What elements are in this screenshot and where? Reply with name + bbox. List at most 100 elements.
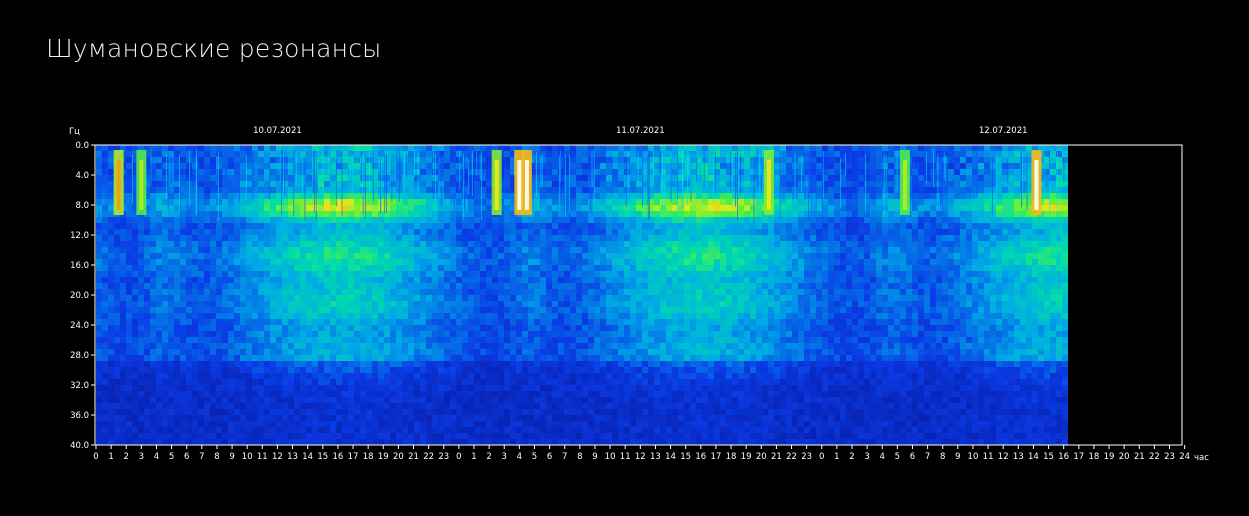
spectrogram-cell <box>150 217 157 224</box>
spectrogram-cell <box>144 361 151 368</box>
spectrogram-cell <box>270 175 277 182</box>
spectrogram-cell <box>270 277 277 284</box>
spectrogram-cell <box>168 409 175 416</box>
spectrogram-cell <box>354 403 361 410</box>
spectrogram-cell <box>336 217 343 224</box>
spectrogram-cell <box>234 313 241 320</box>
spectrogram-cell <box>516 427 523 434</box>
spectrogram-cell <box>294 277 301 284</box>
spectrogram-cell <box>246 151 253 158</box>
spectrogram-cell <box>504 229 511 236</box>
spectrogram-cell <box>552 313 559 320</box>
spectrogram-cell <box>690 223 697 230</box>
spectrogram-cell <box>198 151 205 158</box>
spectrogram-cell <box>102 313 109 320</box>
spectrogram-cell <box>576 151 583 158</box>
spectrogram-cell <box>168 289 175 296</box>
spectrogram-cell <box>300 289 307 296</box>
spectrogram-cell <box>168 343 175 350</box>
spectrogram-cell <box>540 373 547 380</box>
spectrogram-cell <box>354 187 361 194</box>
spectrogram-cell <box>570 427 577 434</box>
spectrogram-cell <box>354 211 361 218</box>
spectrogram-cell <box>222 415 229 422</box>
spectrogram-cell <box>342 247 349 254</box>
spectrogram-cell <box>444 181 451 188</box>
spectrogram-cell <box>528 319 535 326</box>
spectrogram-cell <box>396 253 403 260</box>
spectrogram-cell <box>234 409 241 416</box>
spectrogram-cell <box>192 199 199 206</box>
spectrogram-cell <box>414 355 421 362</box>
spectrogram-cell <box>228 391 235 398</box>
spectrogram-cell <box>486 409 493 416</box>
spectrogram-cell <box>414 337 421 344</box>
spectrogram-cell <box>126 283 133 290</box>
spectrogram-cell <box>450 157 457 164</box>
spectrogram-cell <box>174 307 181 314</box>
spectrogram-cell <box>204 229 211 236</box>
spectrogram-cell <box>474 217 481 224</box>
spectrogram-cell <box>588 313 595 320</box>
spectrogram-cell <box>210 397 217 404</box>
spectrogram-cell <box>162 373 169 380</box>
spectrogram-cell <box>510 427 517 434</box>
spectrogram-cell <box>534 217 541 224</box>
spectrogram-cell <box>318 253 325 260</box>
spectrogram-cell <box>528 415 535 422</box>
spectrogram-cell <box>102 343 109 350</box>
spectrogram-cell <box>294 283 301 290</box>
spectrogram-cell <box>528 397 535 404</box>
spectrogram-cell <box>594 433 601 440</box>
spectrogram-cell <box>684 409 691 416</box>
spectrogram-cell <box>258 361 265 368</box>
spectrogram-cell <box>660 265 667 272</box>
spectrogram-cell <box>564 337 571 344</box>
spectrogram-cell <box>600 211 607 218</box>
spectrogram-cell <box>108 409 115 416</box>
spectrogram-cell <box>552 295 559 302</box>
spectrogram-cell <box>528 277 535 284</box>
spectrogram-cell <box>120 415 127 422</box>
spectrogram-cell <box>630 175 637 182</box>
spectrogram-cell <box>480 385 487 392</box>
spectrogram-cell <box>606 241 613 248</box>
spectrogram-cell <box>558 409 565 416</box>
spectrogram-cell <box>390 295 397 302</box>
spectrogram-cell <box>414 181 421 188</box>
spectrogram-cell <box>324 283 331 290</box>
spectrogram-cell <box>408 433 415 440</box>
spectrogram-cell <box>648 313 655 320</box>
spectrogram-cell <box>162 151 169 158</box>
spectrogram-cell <box>420 403 427 410</box>
spectrogram-cell <box>228 331 235 338</box>
spectrogram-cell <box>462 373 469 380</box>
spectrogram-cell <box>330 301 337 308</box>
spectrogram-cell <box>546 331 553 338</box>
spectrogram-cell <box>576 205 583 212</box>
spectrogram-cell <box>132 259 139 266</box>
spectrogram-cell <box>240 229 247 236</box>
spectrogram-cell <box>174 373 181 380</box>
spectrogram-cell <box>630 391 637 398</box>
spectrogram-cell <box>378 253 385 260</box>
spectrogram-cell <box>672 367 679 374</box>
spectrogram-cell <box>522 235 529 242</box>
spectrogram-cell <box>666 181 673 188</box>
spectrogram-cell <box>486 205 493 212</box>
spectrogram-cell <box>144 289 151 296</box>
spectrogram-cell <box>336 271 343 278</box>
spectrogram-cell <box>420 301 427 308</box>
spectrogram-cell <box>402 433 409 440</box>
spectrogram-cell <box>462 205 469 212</box>
spectrogram-cell <box>678 295 685 302</box>
spectrogram-cell <box>132 271 139 278</box>
spectrogram-cell <box>540 331 547 338</box>
spectrogram-cell <box>636 229 643 236</box>
spectrogram-cell <box>102 433 109 440</box>
spectrogram-cell <box>600 289 607 296</box>
spectrogram-cell <box>420 355 427 362</box>
spectrogram-cell <box>450 229 457 236</box>
spectrogram-cell <box>234 283 241 290</box>
spectrogram-cell <box>636 277 643 284</box>
